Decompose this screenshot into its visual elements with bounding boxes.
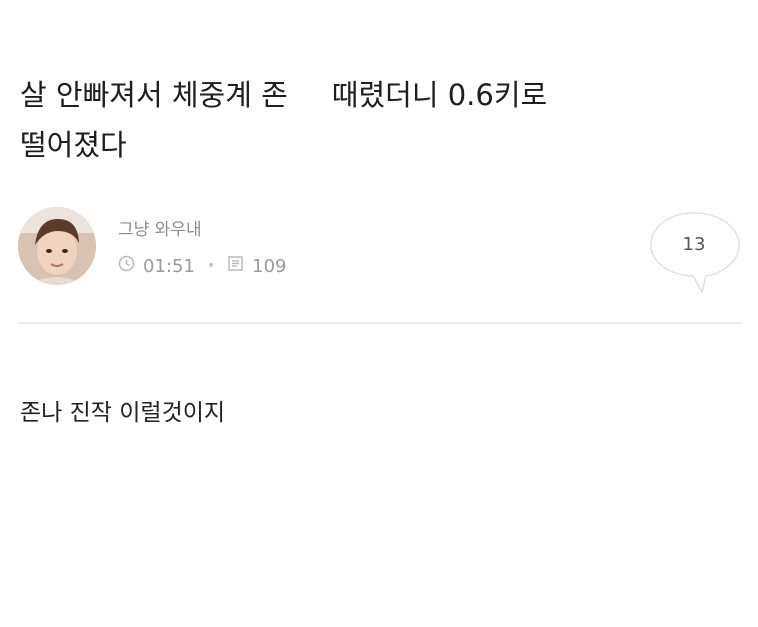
post-time: 01:51 — [143, 255, 195, 277]
view-count: 109 — [252, 255, 287, 277]
avatar-photo — [18, 207, 96, 285]
document-icon — [227, 255, 244, 277]
post-title: 살 안빠져서 체중계 존 때렸더니 0.6키로 떨어졌다 — [20, 70, 740, 170]
post-title-line2: 떨어졌다 — [20, 128, 127, 162]
author-row: 그냥 와우내 01:51 • 109 13 — [18, 205, 740, 295]
meta-separator: • — [206, 258, 216, 274]
avatar[interactable] — [18, 207, 96, 285]
comment-count: 13 — [682, 234, 706, 255]
post-meta: 01:51 • 109 — [118, 255, 287, 277]
post-title-part1: 살 안빠져서 체중계 존 — [20, 78, 288, 112]
post-title-part2: 때렸더니 0.6키로 — [331, 78, 548, 112]
divider — [18, 322, 742, 324]
post-body: 존나 진작 이럴것이지 — [20, 400, 226, 426]
clock-icon — [118, 255, 135, 277]
author-name[interactable]: 그냥 와우내 — [118, 215, 202, 240]
comment-button[interactable]: 13 — [648, 210, 743, 296]
